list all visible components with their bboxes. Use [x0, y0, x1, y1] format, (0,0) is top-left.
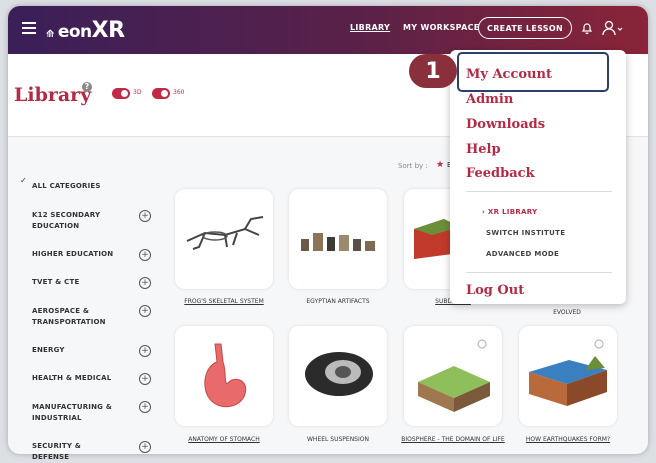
- category-security-defense[interactable]: SECURITY & DEFENSE: [32, 441, 120, 463]
- category-all[interactable]: ALL CATEGORIES: [32, 181, 120, 192]
- expand-plus-icon[interactable]: +: [139, 373, 151, 385]
- egyptian-artifacts-image: [301, 233, 375, 251]
- expand-plus-icon[interactable]: +: [139, 210, 151, 222]
- my-account-highlight-box: [457, 52, 609, 92]
- sort-by-label: Sort by :: [398, 162, 428, 170]
- content-card-egyptian[interactable]: [289, 189, 387, 289]
- toggle-3d[interactable]: [112, 88, 130, 99]
- card-title[interactable]: HOW EARTHQUAKES FORM?: [513, 436, 623, 444]
- toggle-3d-label: 3D: [133, 89, 142, 96]
- menu-divider: [466, 191, 612, 192]
- create-lesson-button[interactable]: CREATE LESSON: [478, 17, 572, 39]
- hamburger-menu-icon[interactable]: [22, 22, 36, 34]
- menu-item-xr-library[interactable]: › XR LIBRARY: [482, 208, 537, 216]
- category-manufacturing[interactable]: MANUFACTURING & INDUSTRIAL: [32, 402, 120, 424]
- category-aerospace[interactable]: AEROSPACE & TRANSPORTATION: [32, 306, 120, 328]
- menu-item-switch-institute[interactable]: SWITCH INSTITUTE: [486, 229, 565, 237]
- stomach-image: [204, 343, 247, 408]
- check-icon: ✓: [20, 176, 27, 185]
- menu-divider: [466, 272, 612, 273]
- category-higher-education[interactable]: HIGHER EDUCATION: [32, 249, 120, 260]
- expand-plus-icon[interactable]: +: [139, 305, 151, 317]
- frog-skeleton-image: [186, 216, 264, 250]
- biosphere-image: [418, 339, 490, 412]
- wheel-suspension-image: [305, 352, 373, 396]
- category-health-medical[interactable]: HEALTH & MEDICAL: [32, 373, 120, 384]
- menu-item-feedback[interactable]: Feedback: [466, 166, 535, 181]
- menu-item-log-out[interactable]: Log Out: [466, 283, 524, 298]
- nav-library-link[interactable]: LIBRARY: [350, 23, 390, 32]
- earthquake-terrain-image: [529, 339, 607, 406]
- card-title[interactable]: FROG'S SKELETAL SYSTEM: [169, 298, 279, 306]
- expand-plus-icon[interactable]: +: [139, 345, 151, 357]
- expand-plus-icon[interactable]: +: [139, 277, 151, 289]
- toggle-360-label: 360: [173, 89, 185, 96]
- page-title: Library: [14, 84, 92, 106]
- expand-plus-icon[interactable]: +: [139, 249, 151, 261]
- menu-item-help[interactable]: Help: [466, 142, 501, 157]
- content-card-biosphere[interactable]: [404, 326, 502, 426]
- category-tvet[interactable]: TVET & CTE: [32, 277, 120, 288]
- nav-my-workspace-link[interactable]: MY WORKSPACE: [403, 23, 480, 32]
- expand-plus-icon[interactable]: +: [139, 441, 151, 453]
- content-card-earthquakes[interactable]: [519, 326, 617, 426]
- bell-icon[interactable]: [580, 21, 594, 35]
- content-card-stomach[interactable]: [175, 326, 273, 426]
- menu-item-downloads[interactable]: Downloads: [466, 117, 545, 132]
- card-title[interactable]: ANATOMY OF STOMACH: [169, 436, 279, 444]
- card-title[interactable]: WHEEL SUSPENSION: [283, 436, 393, 444]
- card-title[interactable]: EGYPTIAN ARTIFACTS: [283, 298, 393, 306]
- eonxr-logo[interactable]: ⟰ eonXR: [46, 18, 125, 43]
- expand-plus-icon[interactable]: +: [139, 401, 151, 413]
- menu-item-advanced-mode[interactable]: ADVANCED MODE: [486, 250, 559, 258]
- category-energy[interactable]: ENERGY: [32, 345, 120, 356]
- user-profile-icon[interactable]: [602, 20, 624, 36]
- top-navigation-bar: ⟰ eonXR LIBRARY MY WORKSPACE CREATE LESS…: [8, 6, 648, 54]
- card-title[interactable]: BIOSPHERE - THE DOMAIN OF LIFE: [398, 436, 508, 444]
- menu-item-admin[interactable]: Admin: [466, 92, 513, 107]
- content-card-wheel[interactable]: [289, 326, 387, 426]
- help-question-icon[interactable]: ?: [82, 82, 92, 92]
- step-number-badge: 1: [409, 54, 457, 88]
- content-card-frog[interactable]: [175, 189, 273, 289]
- card-title[interactable]: EVOLVED: [512, 309, 622, 317]
- category-k12[interactable]: K12 SECONDARY EDUCATION: [32, 210, 120, 232]
- toggle-360[interactable]: [152, 88, 170, 99]
